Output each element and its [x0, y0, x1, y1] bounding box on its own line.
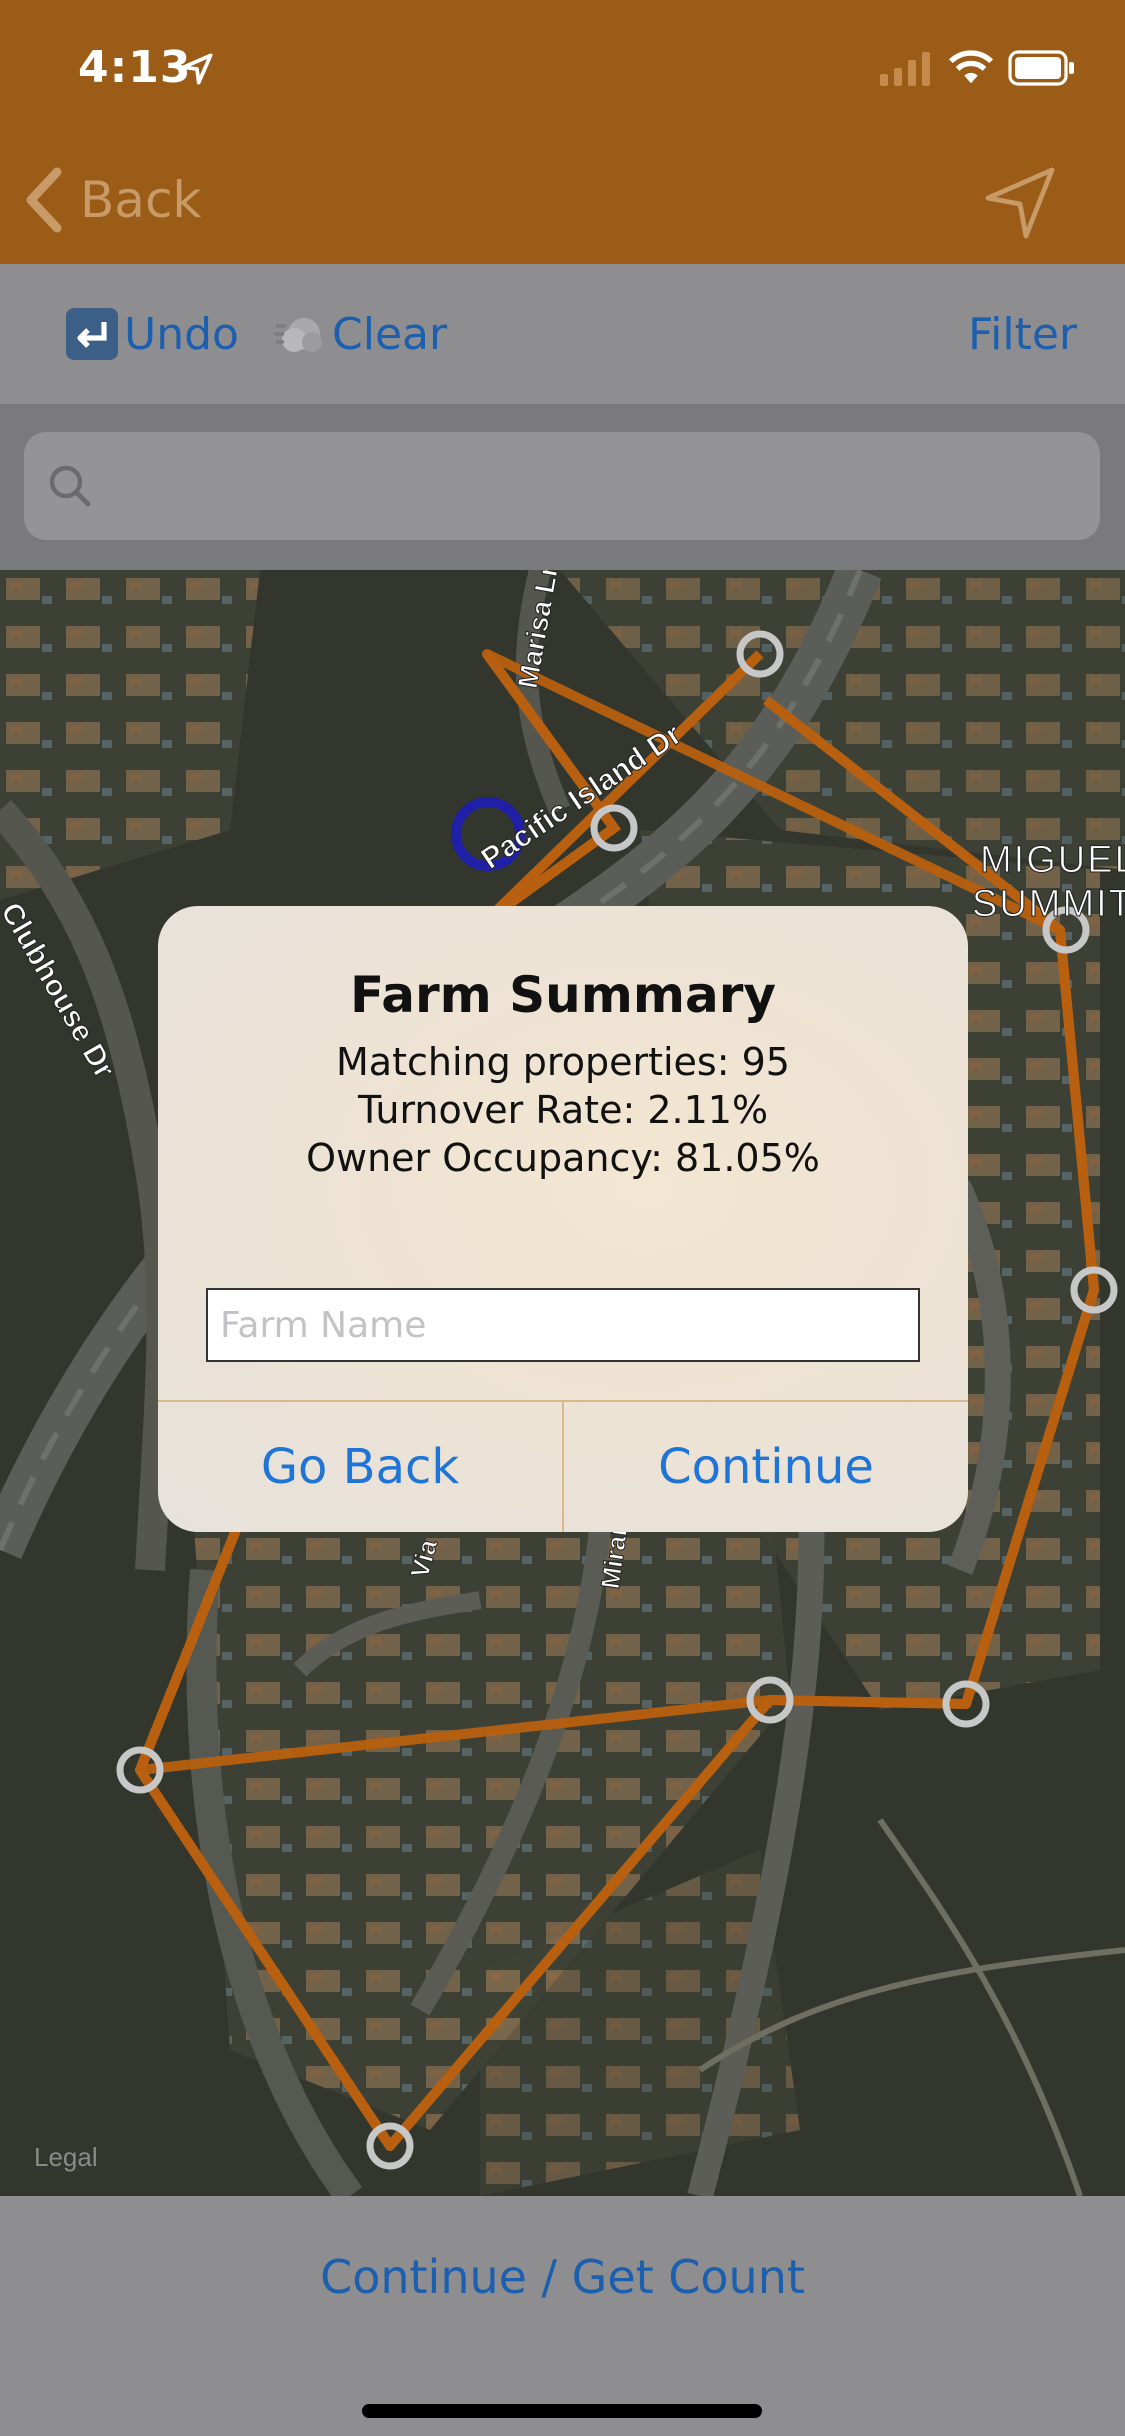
- search-icon: [49, 465, 91, 507]
- location-arrow-icon: [181, 53, 213, 85]
- undo-label: Undo: [124, 308, 239, 360]
- continue-button[interactable]: Continue: [564, 1402, 968, 1532]
- back-label: Back: [80, 171, 202, 229]
- filter-button[interactable]: Filter: [968, 304, 1077, 364]
- area-label-summit: SUMMIT: [972, 883, 1125, 925]
- clear-button[interactable]: Clear: [272, 304, 447, 364]
- home-indicator: [362, 2404, 762, 2418]
- dialog-title: Farm Summary: [350, 966, 776, 1024]
- wifi-icon: [948, 50, 994, 84]
- bottom-bar: Continue / Get Count: [0, 2196, 1125, 2436]
- turnover-rate-text: Turnover Rate: 2.11%: [357, 1088, 769, 1132]
- farm-summary-dialog: Farm Summary Matching properties: 95 Tur…: [158, 906, 968, 1532]
- clear-label: Clear: [332, 308, 448, 360]
- undo-button[interactable]: Undo: [64, 304, 239, 364]
- navigation-arrow-icon[interactable]: [980, 162, 1060, 242]
- back-button[interactable]: Back: [22, 160, 201, 240]
- navigation-bar: 4:13 Back: [0, 0, 1125, 264]
- undo-icon: [66, 308, 118, 360]
- chevron-left-icon: [26, 167, 62, 233]
- filter-label: Filter: [968, 308, 1077, 360]
- search-area: [0, 404, 1125, 570]
- area-label-miguel: MIGUEL: [980, 839, 1125, 881]
- status-time: 4:13: [78, 42, 192, 93]
- legal-link[interactable]: Legal: [34, 2142, 98, 2173]
- go-back-button[interactable]: Go Back: [158, 1402, 562, 1532]
- drawing-toolbar: Undo Clear Filter: [0, 264, 1125, 404]
- continue-get-count-button[interactable]: Continue / Get Count: [0, 2250, 1125, 2304]
- matching-properties-text: Matching properties: 95: [336, 1040, 790, 1084]
- cellular-signal-icon: [880, 52, 930, 86]
- dust-cloud-icon: [274, 318, 322, 352]
- owner-occupancy-text: Owner Occupancy: 81.05%: [306, 1136, 820, 1180]
- search-input[interactable]: [24, 432, 1100, 540]
- battery-icon: [1008, 50, 1074, 86]
- farm-name-field[interactable]: [206, 1288, 920, 1362]
